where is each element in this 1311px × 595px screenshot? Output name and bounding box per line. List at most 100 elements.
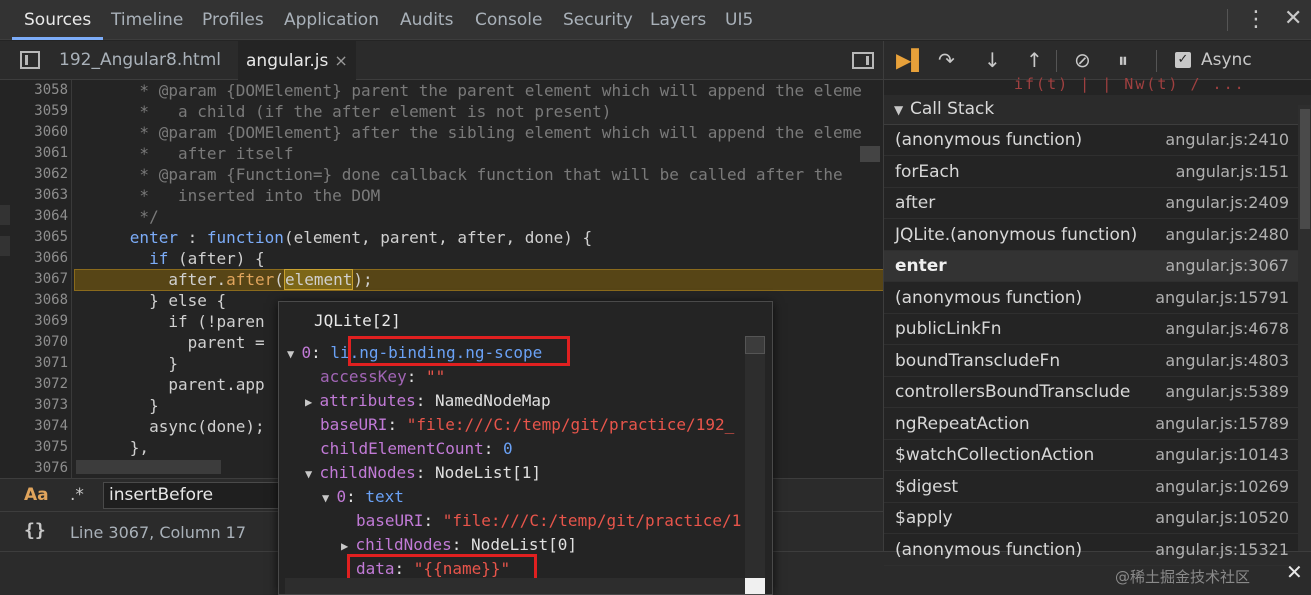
call-frame[interactable]: JQLite.(anonymous function) angular.js:24… [884, 220, 1298, 251]
line-number[interactable]: 3075 [0, 439, 68, 455]
editor-horizontal-scrollbar[interactable] [76, 460, 221, 474]
line-number[interactable]: 3068 [0, 292, 68, 308]
match-case-button[interactable]: Aa [24, 485, 49, 505]
tab-application[interactable]: Application [284, 0, 379, 40]
popover-scrollbar[interactable] [745, 336, 765, 594]
call-frame[interactable]: boundTranscludeFn angular.js:4803 [884, 346, 1298, 377]
call-frame-location[interactable]: angular.js:15791 [1155, 288, 1289, 307]
tab-profiles[interactable]: Profiles [202, 0, 264, 40]
line-number[interactable]: 3062 [0, 166, 68, 182]
call-frame[interactable]: $watchCollectionAction angular.js:10143 [884, 440, 1298, 471]
pretty-print-button[interactable]: {} [24, 520, 46, 541]
tab-layers[interactable]: Layers [650, 0, 706, 40]
call-frame[interactable]: publicLinkFn angular.js:4678 [884, 314, 1298, 345]
tab-audits[interactable]: Audits [400, 0, 453, 40]
call-frame-location[interactable]: angular.js:151 [1176, 162, 1289, 181]
line-number[interactable]: 3065 [0, 229, 68, 245]
sidebar-scrollbar[interactable] [1298, 105, 1311, 551]
call-frame[interactable]: (anonymous function) angular.js:15791 [884, 283, 1298, 314]
scrollbar-thumb[interactable] [745, 336, 765, 354]
tab-timeline[interactable]: Timeline [111, 0, 183, 40]
call-frame[interactable]: $digest angular.js:10269 [884, 472, 1298, 503]
line-number[interactable]: 3072 [0, 376, 68, 392]
tree-row-childnodes[interactable]: ▼ childNodes: NodeList[1] [305, 463, 541, 482]
toolbar-divider [1156, 50, 1157, 72]
tab-ui5[interactable]: UI5 [725, 0, 753, 40]
call-frame[interactable]: (anonymous function) angular.js:2410 [884, 125, 1298, 156]
call-frame-location[interactable]: angular.js:15789 [1155, 414, 1289, 433]
tree-row-childnode-0[interactable]: ▼ 0: text [322, 487, 404, 506]
call-frame-location[interactable]: angular.js:5389 [1165, 382, 1289, 401]
call-frame-location[interactable]: angular.js:10269 [1155, 477, 1289, 496]
call-frame[interactable]: controllersBoundTransclude angular.js:538… [884, 377, 1298, 408]
editor-scrollbar[interactable] [860, 146, 880, 162]
tab-console[interactable]: Console [475, 0, 543, 40]
call-frame-location[interactable]: angular.js:2410 [1165, 130, 1289, 149]
line-number[interactable]: 3064 [0, 208, 68, 224]
line-gutter[interactable]: 3058 3059 3060 3061 3062 3063 3064 3065 3066 3067… [0, 80, 72, 478]
file-tab-label: angular.js [246, 51, 329, 71]
line-number[interactable]: 3061 [0, 145, 68, 161]
line-number[interactable]: 3060 [0, 124, 68, 140]
line-number[interactable]: 3070 [0, 334, 68, 350]
tree-row-baseuri[interactable]: baseURI: "file:///C:/temp/git/practice/1… [320, 415, 734, 434]
debugger-toggle-icon[interactable] [852, 52, 874, 69]
line-number[interactable]: 3058 [0, 82, 68, 98]
call-frame[interactable]: $apply angular.js:10520 [884, 503, 1298, 534]
tree-row-attributes[interactable]: ▶ attributes: NamedNodeMap [305, 391, 551, 410]
line-number[interactable]: 3067 [0, 271, 68, 287]
popover-horizontal-scrollbar[interactable] [285, 578, 745, 594]
regex-button[interactable]: .* [70, 485, 84, 505]
devtools-panel-tabs: Sources Timeline Profiles Application Au… [0, 0, 1311, 40]
call-frame-location[interactable]: angular.js:10143 [1155, 445, 1289, 464]
scrollbar-thumb[interactable] [1300, 109, 1310, 229]
line-number[interactable]: 3059 [0, 103, 68, 119]
close-tab-icon[interactable]: × [334, 51, 347, 70]
tree-row-text-childnodes[interactable]: ▶ childNodes: NodeList[0] [341, 535, 577, 554]
deactivate-breakpoints-icon[interactable]: ⊘ [1074, 49, 1091, 71]
step-over-icon[interactable]: ↷ [938, 49, 955, 71]
kebab-icon[interactable]: ⋮ [1245, 6, 1267, 34]
tree-row-text-baseuri[interactable]: baseURI: "file:///C:/temp/git/practice/1 [356, 511, 741, 530]
file-tab-html[interactable]: 192_Angular8.html [59, 41, 221, 80]
call-frame-location[interactable]: angular.js:15321 [1155, 540, 1289, 559]
code-line: } [72, 354, 178, 373]
code-line: } else { [72, 291, 227, 310]
call-frame[interactable]: (anonymous function) angular.js:15321 [884, 535, 1298, 566]
call-frame-location[interactable]: angular.js:2480 [1165, 225, 1289, 244]
call-frame-location[interactable]: angular.js:4803 [1165, 351, 1289, 370]
line-number[interactable]: 3074 [0, 418, 68, 434]
code-token: function [206, 228, 284, 247]
navigator-toggle-icon[interactable] [20, 51, 40, 69]
line-number[interactable]: 3073 [0, 397, 68, 413]
resume-icon[interactable]: ▶▌ [896, 49, 927, 71]
line-number[interactable]: 3071 [0, 355, 68, 371]
call-frame-location[interactable]: angular.js:2409 [1165, 193, 1289, 212]
step-into-icon[interactable]: ↓ [984, 49, 1001, 71]
call-frame-name: controllersBoundTransclude [895, 382, 1131, 402]
file-tab-angular[interactable]: angular.js × [238, 41, 356, 80]
line-number[interactable]: 3069 [0, 313, 68, 329]
call-stack-header[interactable]: ▼ Call Stack [884, 95, 1311, 125]
pause-on-exceptions-icon[interactable]: ⏸ [1118, 49, 1128, 71]
line-number[interactable]: 3063 [0, 187, 68, 203]
tree-row-childelementcount[interactable]: childElementCount: 0 [320, 439, 513, 458]
line-number[interactable]: 3076 [0, 460, 68, 476]
tab-sources[interactable]: Sources [12, 0, 104, 40]
async-checkbox[interactable]: ✓ [1175, 52, 1191, 68]
code-token: after [226, 270, 275, 289]
call-frame[interactable]: forEach angular.js:151 [884, 157, 1298, 188]
call-frame[interactable]: after angular.js:2409 [884, 188, 1298, 219]
code-line: async(done); [72, 417, 265, 436]
close-icon[interactable]: ✕ [1284, 4, 1302, 34]
search-input[interactable]: insertBefore [103, 482, 283, 509]
tab-security[interactable]: Security [563, 0, 633, 40]
call-frame-location[interactable]: angular.js:4678 [1165, 319, 1289, 338]
call-frame-location[interactable]: angular.js:3067 [1165, 256, 1289, 275]
step-out-icon[interactable]: ↑ [1026, 49, 1043, 71]
tree-row-accesskey[interactable]: accessKey: "" [320, 367, 445, 386]
line-number[interactable]: 3066 [0, 250, 68, 266]
call-frame-location[interactable]: angular.js:10520 [1155, 508, 1289, 527]
call-frame[interactable]: ngRepeatAction angular.js:15789 [884, 409, 1298, 440]
call-frame[interactable]: enter angular.js:3067 [884, 251, 1298, 282]
